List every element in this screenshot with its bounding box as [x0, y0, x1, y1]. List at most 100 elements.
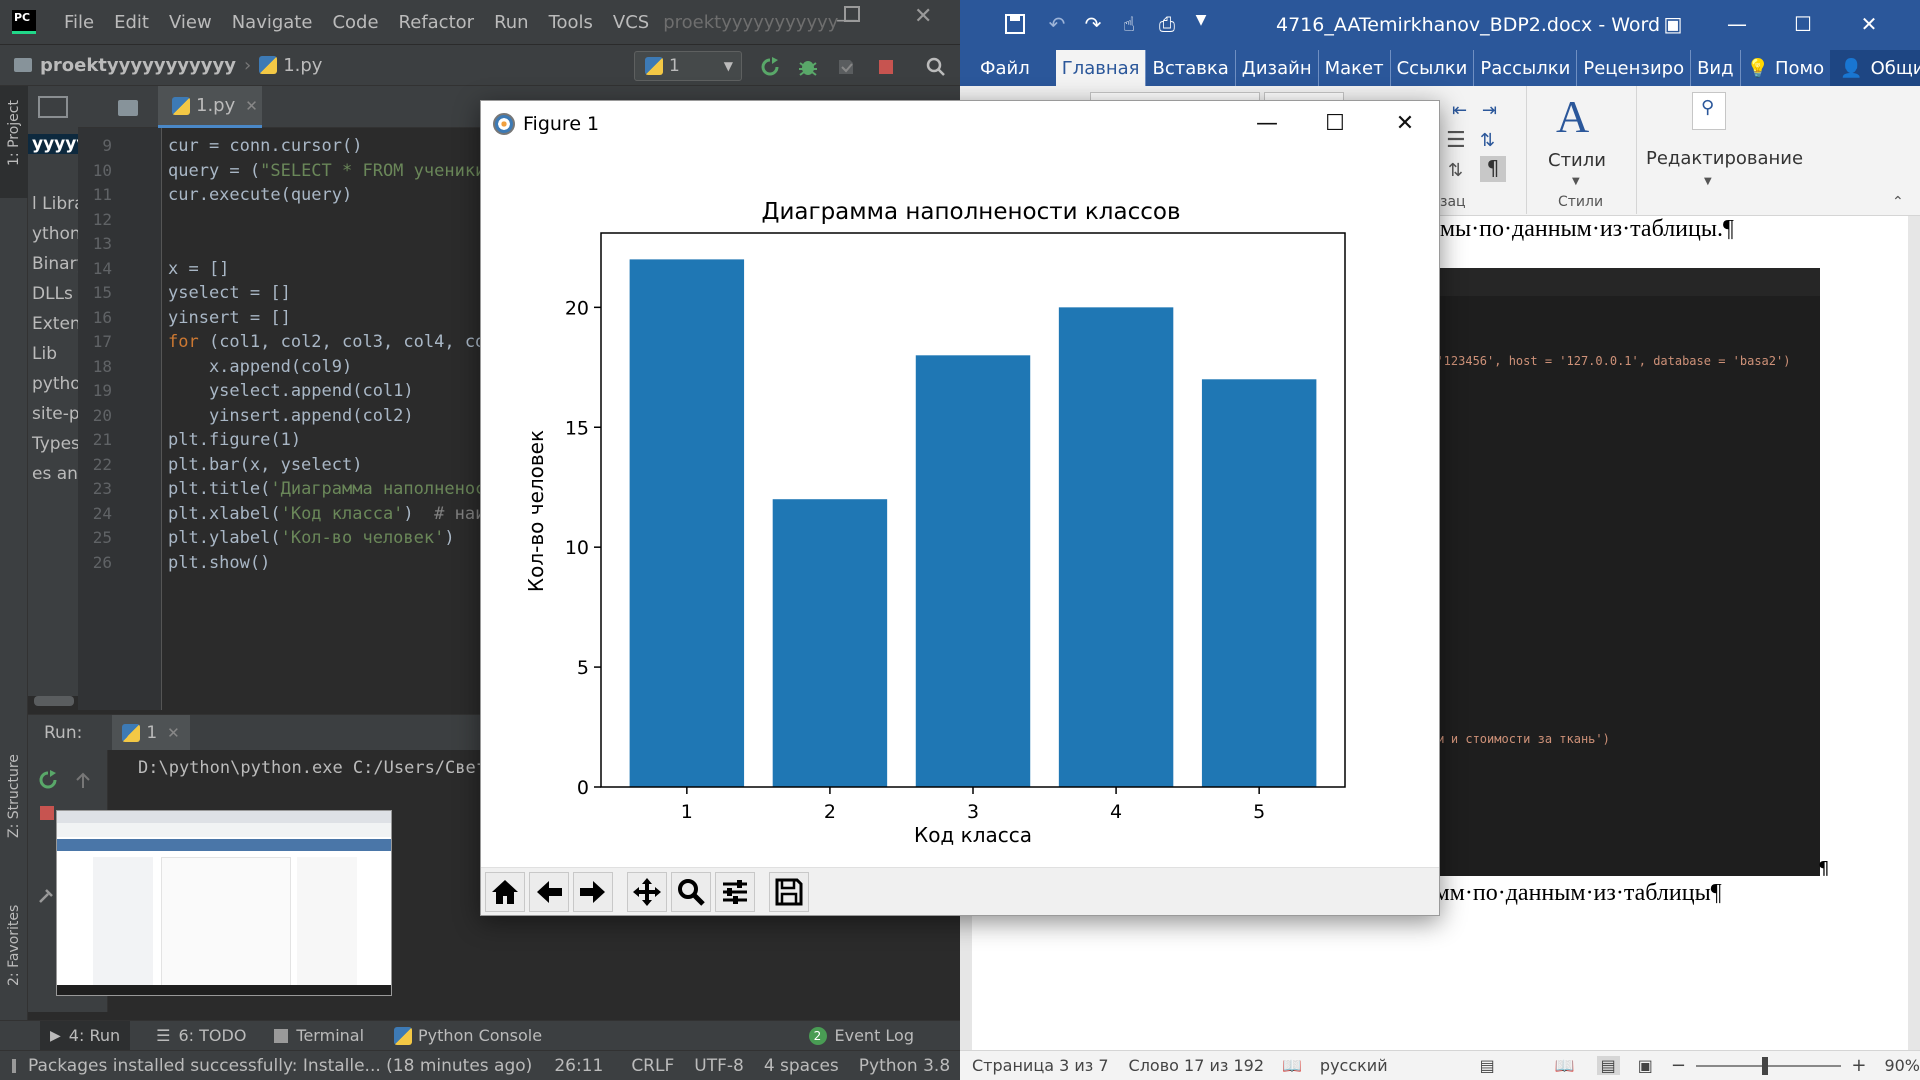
minimize-icon[interactable]: —: [1245, 107, 1289, 141]
stop-icon[interactable]: [40, 806, 54, 820]
tab-overflow-icon[interactable]: [118, 100, 138, 116]
read-mode-icon[interactable]: 📖: [1555, 1056, 1575, 1075]
run-tab-close-icon[interactable]: ✕: [167, 724, 180, 742]
tab-mailings[interactable]: Рассылки: [1473, 50, 1576, 86]
maximize-icon[interactable]: ☐: [1790, 12, 1816, 36]
zoom-slider[interactable]: [1696, 1056, 1842, 1075]
print-layout-icon[interactable]: ▤: [1596, 1056, 1620, 1075]
forward-button[interactable]: [573, 872, 613, 912]
menu-file[interactable]: File: [64, 12, 94, 33]
zoom-out-icon[interactable]: −: [1671, 1055, 1686, 1076]
save-icon[interactable]: [1002, 12, 1028, 36]
editing-button[interactable]: ⚲ Редактирование ▼: [1632, 90, 1803, 194]
collapse-ribbon-icon[interactable]: ⌃: [1892, 194, 1904, 210]
project-view-icon[interactable]: [38, 96, 68, 118]
terminal-tool-button[interactable]: Terminal: [274, 1026, 364, 1045]
close-icon[interactable]: ✕: [914, 4, 932, 29]
tab-home[interactable]: Главная: [1055, 50, 1146, 86]
tab-close-icon[interactable]: ✕: [245, 97, 258, 115]
run-tab-1[interactable]: 1 ✕: [112, 714, 190, 751]
breadcrumb-file[interactable]: 1.py: [283, 55, 322, 76]
project-tree-item[interactable]: Lib: [32, 344, 57, 364]
rerun-icon[interactable]: [760, 57, 780, 77]
menu-run[interactable]: Run: [494, 12, 529, 33]
tab-file[interactable]: Файл: [960, 50, 1056, 86]
zoom-in-icon[interactable]: +: [1851, 1055, 1866, 1076]
word-count[interactable]: Слово 17 из 192: [1129, 1056, 1264, 1075]
focus-mode-icon[interactable]: ▤: [1480, 1056, 1495, 1075]
web-layout-icon[interactable]: ▣: [1638, 1056, 1653, 1075]
breadcrumb-project[interactable]: proektyyyyyyyyyyy: [40, 55, 236, 76]
stop-icon[interactable]: [876, 57, 896, 77]
project-tree-item[interactable]: ython: [32, 224, 78, 244]
coverage-icon[interactable]: [836, 57, 856, 77]
close-icon[interactable]: ✕: [1856, 12, 1882, 36]
rerun-icon[interactable]: [38, 770, 58, 790]
tab-insert[interactable]: Вставка: [1145, 50, 1234, 86]
project-tree-item[interactable]: pytho: [32, 374, 78, 394]
run-configuration-select[interactable]: 1 ▼: [634, 51, 742, 81]
menu-view[interactable]: View: [169, 12, 212, 33]
editor-tab-1py[interactable]: 1.py ✕: [158, 86, 262, 128]
taskbar-preview-thumbnail[interactable]: [56, 810, 392, 996]
status-message[interactable]: Packages installed successfully: Install…: [28, 1056, 532, 1076]
run-tool-button[interactable]: ▶ 4: Run: [40, 1020, 131, 1051]
zoom-button[interactable]: [671, 872, 711, 912]
zoom-slider-handle[interactable]: [1762, 1056, 1768, 1075]
home-button[interactable]: [485, 872, 525, 912]
arrow-up-icon[interactable]: [74, 772, 92, 790]
configure-subplots-button[interactable]: [715, 872, 755, 912]
project-tree-item[interactable]: es and: [32, 464, 78, 484]
tab-design[interactable]: Дизайн: [1234, 50, 1318, 86]
tab-references[interactable]: Ссылки: [1389, 50, 1474, 86]
proofing-icon[interactable]: 📖: [1282, 1056, 1302, 1075]
styles-button[interactable]: A Стили ▼: [1544, 90, 1620, 194]
menu-vcs[interactable]: VCS: [613, 12, 649, 33]
save-figure-button[interactable]: [769, 872, 809, 912]
tab-layout[interactable]: Макет: [1317, 50, 1390, 86]
menu-tools[interactable]: Tools: [549, 12, 593, 33]
justify-icon[interactable]: ☰: [1446, 128, 1466, 153]
search-icon[interactable]: [926, 57, 946, 77]
sort-icon[interactable]: ⇅: [1448, 160, 1463, 181]
increase-indent-icon[interactable]: ⇥: [1482, 100, 1497, 121]
redo-icon[interactable]: ↷: [1080, 12, 1106, 36]
figure-canvas[interactable]: Диаграмма наполнености классов 0 5 10 15 20 …: [481, 147, 1439, 867]
python-interpreter[interactable]: Python 3.8: [859, 1056, 950, 1076]
line-separator[interactable]: CRLF: [631, 1056, 674, 1076]
tab-review[interactable]: Рецензиро: [1576, 50, 1690, 86]
pin-icon[interactable]: [36, 886, 56, 906]
project-tree-item[interactable]: DLLs: [32, 284, 73, 304]
minimize-icon[interactable]: —: [1724, 12, 1750, 36]
show-formatting-icon[interactable]: ¶: [1480, 156, 1506, 182]
python-console-tool-button[interactable]: Python Console: [394, 1026, 542, 1045]
tab-help[interactable]: 💡 Помо: [1739, 50, 1831, 86]
menu-edit[interactable]: Edit: [114, 12, 149, 33]
project-tree-item[interactable]: site-p: [32, 404, 78, 424]
tab-view[interactable]: Вид: [1690, 50, 1740, 86]
favorites-tool-label[interactable]: 2: Favorites: [6, 905, 22, 986]
project-tool-button[interactable]: 1: Project: [0, 86, 28, 198]
print-icon[interactable]: ⎙: [1154, 12, 1180, 36]
ribbon-display-icon[interactable]: ▣: [1660, 12, 1686, 36]
close-icon[interactable]: ✕: [1383, 107, 1427, 141]
project-tree-item[interactable]: Binary: [32, 254, 78, 274]
project-tree-item[interactable]: yyyyy: [28, 134, 78, 154]
menu-refactor[interactable]: Refactor: [399, 12, 475, 33]
line-spacing-icon[interactable]: ⇅: [1480, 130, 1495, 151]
indent-setting[interactable]: 4 spaces: [764, 1056, 839, 1076]
zoom-level[interactable]: 90%: [1884, 1056, 1920, 1075]
caret-position[interactable]: 26:11: [554, 1056, 603, 1076]
page-indicator[interactable]: Страница 3 из 7: [972, 1056, 1109, 1075]
project-tree-item[interactable]: l Libra: [32, 194, 78, 214]
pan-button[interactable]: [627, 872, 667, 912]
decrease-indent-icon[interactable]: ⇤: [1452, 100, 1467, 121]
document-code-image[interactable]: = '123456', host = '127.0.0.1', database…: [1408, 268, 1820, 876]
project-horizontal-scrollbar[interactable]: [34, 696, 74, 706]
back-button[interactable]: [529, 872, 569, 912]
event-log-tool-button[interactable]: 2 Event Log: [808, 1026, 914, 1045]
customize-toolbar-icon[interactable]: ▼: [1188, 12, 1214, 36]
language-indicator[interactable]: русский: [1320, 1056, 1388, 1075]
debug-icon[interactable]: [798, 57, 818, 77]
menu-code[interactable]: Code: [332, 12, 378, 33]
